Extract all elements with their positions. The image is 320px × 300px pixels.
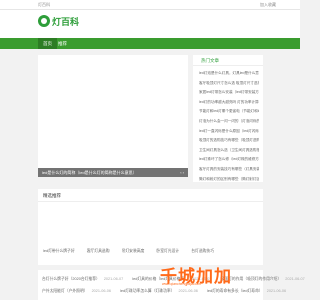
top-bar: 灯百科 加入收藏 [0, 0, 300, 10]
article-date: 2021-06-06 [266, 289, 287, 293]
banner-slider[interactable]: led是什么灯的简称（led是什么灯的简称是什么意思） ‹ › [38, 55, 188, 177]
recommend-link[interactable]: 卧室灯光设计 [156, 249, 179, 254]
recommend-link[interactable]: 吊灯安装高度 [122, 249, 145, 254]
recommend-link[interactable]: 客厅灯具选购 [87, 249, 110, 254]
hot-article-link[interactable]: 灯泡为什么会一闪一闪的（灯泡闪烁的原因分析） [199, 117, 259, 127]
nav-recommend[interactable]: 推荐 [53, 38, 72, 49]
hot-article-link[interactable]: 节能灯和led灯哪个更省电（节能灯和led灯的区别） [199, 107, 259, 117]
hot-article-link[interactable]: led灯一直闪烁是什么原因（led灯闪烁的原因） [199, 127, 259, 137]
banner-caption-text[interactable]: led是什么灯的简称（led是什么灯的简称是什么意思） [42, 170, 137, 176]
article-date: 2021-06-07 [103, 277, 124, 281]
hot-articles-panel: 热门文章 led灯泡是什么灯具，灯具led是什么意思 客厅吸顶灯尺寸怎么选 吸顶… [193, 55, 263, 182]
hot-article-link[interactable]: led灯珠坏了怎么修（led灯珠的维修方法） [199, 155, 259, 165]
recommend-link[interactable]: 台灯选购技巧 [191, 249, 214, 254]
hot-article-link[interactable]: 筒灯和射灯的区别有哪些（筒灯射灯区别） [199, 175, 259, 185]
article-link[interactable]: 台灯什么牌子好（2020台灯推荐） [42, 277, 100, 282]
recommend-title: 精选推荐 [43, 193, 61, 198]
watermark-url: www.qianchengjiajia.com [162, 282, 202, 286]
recommend-list: led灯带什么牌子好 客厅灯具选购 吊灯安装高度 卧室灯光设计 台灯选购技巧 [43, 249, 261, 254]
hot-article-link[interactable]: 家居led灯带怎么安装（led灯带安装方法图解） [199, 88, 259, 98]
hot-article-link[interactable]: 客厅灯具的安装技巧有哪些（灯具安装） [199, 165, 259, 175]
hot-article-link[interactable]: 卫生间灯具怎么选（卫生间灯具选购指南） [199, 146, 259, 156]
site-logo-text[interactable]: 灯百科 [52, 15, 79, 28]
recommend-panel: 精选推荐 led灯带什么牌子好 客厅灯具选购 吊灯安装高度 卧室灯光设计 台灯选… [38, 189, 263, 265]
divider [193, 65, 263, 66]
watermark-logo: 千城加加 www.qianchengjiajia.com [160, 262, 252, 290]
hot-article-link[interactable]: led灯的功率越大越亮吗 灯的功率计算方法 [199, 98, 259, 108]
hot-article-link[interactable]: 吸顶灯的选购技巧有哪些（吸顶灯选购技巧介绍） [199, 136, 259, 146]
main-nav: 首页 推荐 [0, 38, 300, 49]
banner-arrows-icon[interactable]: ‹ › [180, 170, 184, 175]
hot-article-link[interactable]: led灯泡是什么灯具，灯具led是什么意思 [199, 69, 259, 79]
divider [38, 201, 263, 202]
banner-caption[interactable]: led是什么灯的简称（led是什么灯的简称是什么意思） ‹ › [38, 168, 188, 177]
article-link[interactable]: 户外太阳能灯（户外照明） [42, 289, 88, 294]
article-date: 2021-06-07 [285, 277, 305, 281]
top-site-label[interactable]: 灯百科 [38, 2, 50, 8]
hot-article-link[interactable]: 客厅吸顶灯尺寸怎么选 吸顶灯尺寸选择 [199, 79, 259, 89]
logo-icon[interactable] [38, 15, 50, 27]
add-favorite-link[interactable]: 加入收藏 [260, 2, 276, 8]
article-date: 2021-06-06 [91, 289, 111, 293]
hot-articles-title: 热门文章 [201, 58, 219, 63]
recommend-link[interactable]: led灯带什么牌子好 [43, 249, 75, 254]
